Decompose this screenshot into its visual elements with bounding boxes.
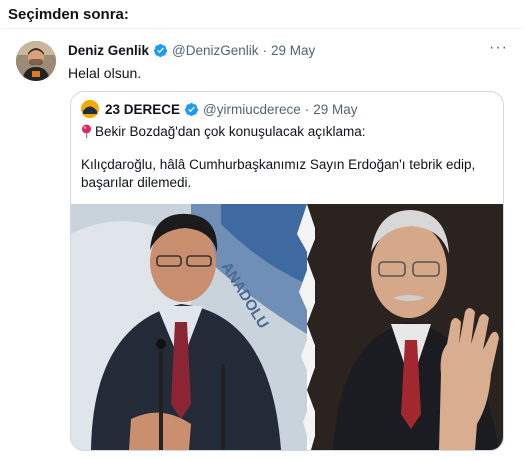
author-avatar[interactable] [16,41,56,81]
quoted-photo[interactable]: ANADOLU [71,204,503,450]
quoted-text-headline: Bekir Bozdağ'dan çok konuşulacak açıklam… [95,124,366,139]
quoted-author-name[interactable]: 23 DERECE [105,102,180,117]
verified-badge-icon [184,102,199,116]
quoted-header: 23 DERECE @yirmiucderece · 29 May [81,100,358,118]
separator-dot: · [262,43,268,58]
quoted-avatar[interactable] [81,100,99,118]
tweet[interactable]: Deniz Genlik @DenizGenlik · 29 May ··· H… [2,28,522,459]
quoted-text-body: Kılıçdaroğlu, hâlâ Cumhurbaşkanımız Sayı… [81,157,476,190]
separator-dot: · [304,101,310,117]
quoted-text-line1: Bekir Bozdağ'dan çok konuşulacak açıklam… [81,124,365,139]
page-heading: Seçimden sonra: [8,6,129,23]
more-options-icon[interactable]: ··· [489,39,508,57]
tweet-text: Helal olsun. [68,65,142,81]
map-pin-icon [82,124,91,139]
tweet-date[interactable]: 29 May [271,43,315,58]
quoted-tweet[interactable]: 23 DERECE @yirmiucderece · 29 May Bekir … [70,91,504,451]
author-name[interactable]: Deniz Genlik [68,43,149,58]
quoted-handle[interactable]: @yirmiucderece [203,102,301,117]
quoted-date[interactable]: 29 May [313,102,357,117]
tweet-header: Deniz Genlik @DenizGenlik · 29 May [68,43,315,58]
verified-badge-icon [153,43,168,58]
author-handle[interactable]: @DenizGenlik [172,43,258,58]
